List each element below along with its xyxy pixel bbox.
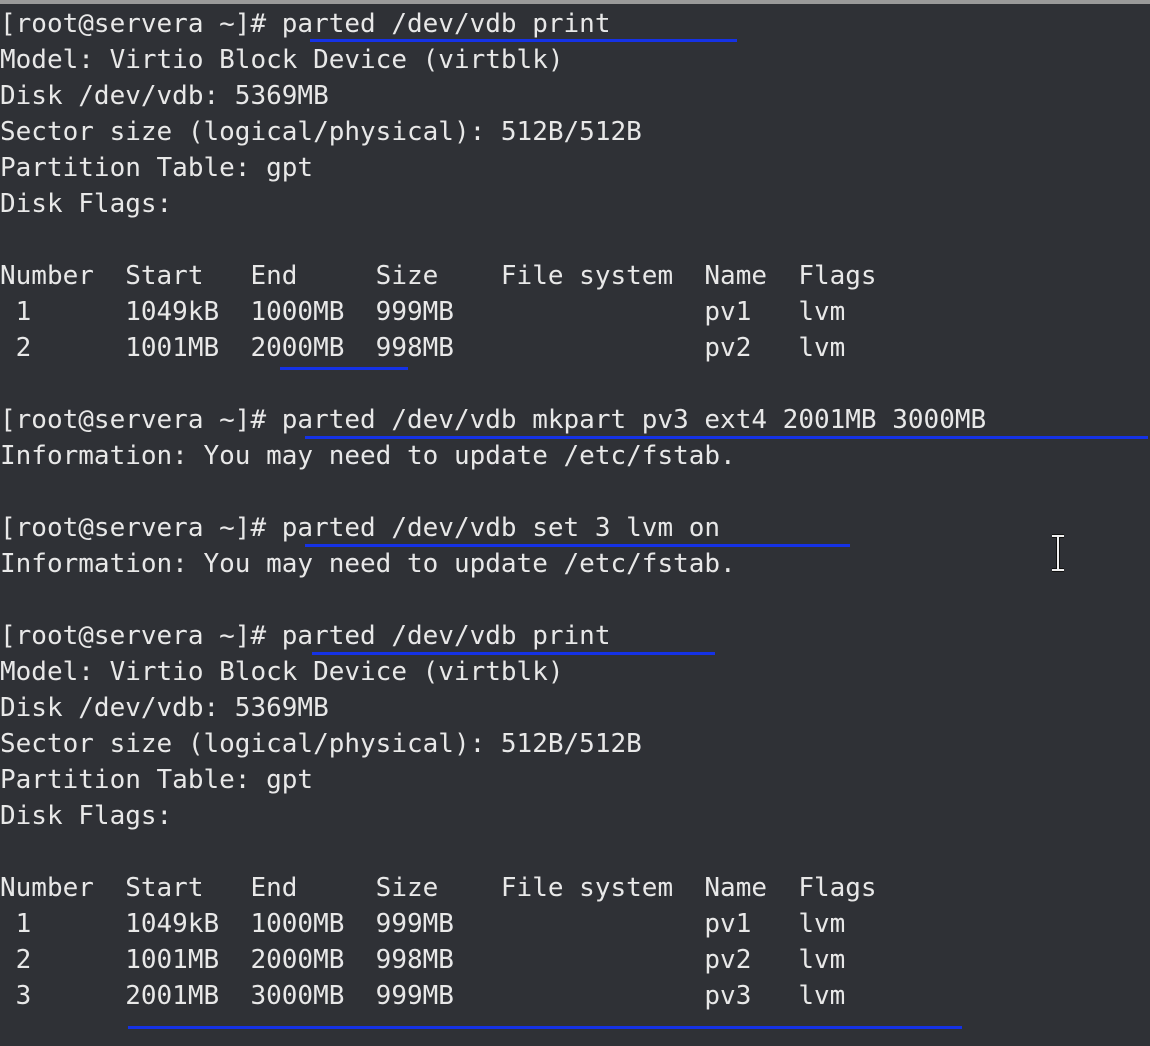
terminal-line-partition-table-2: Partition Table: gpt: [0, 765, 314, 795]
annotation-underline-mkpart-command: [305, 436, 1148, 439]
terminal-line-partition-table-1: Partition Table: gpt: [0, 153, 314, 183]
terminal-line-partition-1-a: 1 1049kB 1000MB 999MB pv1 lvm: [0, 297, 846, 327]
terminal-line-partition-3: 3 2001MB 3000MB 999MB pv3 lvm: [0, 981, 846, 1011]
terminal-line-information-1: Information: You may need to update /etc…: [0, 441, 736, 471]
terminal-line-sector-size-1: Sector size (logical/physical): 512B/512…: [0, 117, 642, 147]
terminal-line-model-1: Model: Virtio Block Device (virtblk): [0, 45, 564, 75]
terminal-line-disk-flags-2: Disk Flags:: [0, 801, 173, 831]
terminal-line-disk-2: Disk /dev/vdb: 5369MB: [0, 693, 329, 723]
terminal-line-model-2: Model: Virtio Block Device (virtblk): [0, 657, 564, 687]
annotation-underline-partition-3: [128, 1026, 962, 1029]
terminal-line-partition-1-b: 1 1049kB 1000MB 999MB pv1 lvm: [0, 909, 846, 939]
annotation-underline-print-command-2: [312, 652, 715, 655]
terminal-line-partition-2-b: 2 1001MB 2000MB 998MB pv2 lvm: [0, 945, 846, 975]
terminal-line-table-header-1: Number Start End Size File system Name F…: [0, 261, 877, 291]
annotation-underline-set-lvm-command: [305, 544, 850, 547]
terminal-line-table-header-2: Number Start End Size File system Name F…: [0, 873, 877, 903]
terminal-line-partition-2-a: 2 1001MB 2000MB 998MB pv2 lvm: [0, 333, 846, 363]
annotation-underline-print-command-1: [310, 39, 737, 42]
terminal-line-command-set-lvm: [root@servera ~]# parted /dev/vdb set 3 …: [0, 513, 721, 543]
terminal-line-disk-flags-1: Disk Flags:: [0, 189, 173, 219]
terminal-line-command-mkpart: [root@servera ~]# parted /dev/vdb mkpart…: [0, 405, 987, 435]
terminal-line-disk-1: Disk /dev/vdb: 5369MB: [0, 81, 329, 111]
annotation-underline-end-2000mb: [280, 367, 408, 370]
terminal-line-sector-size-2: Sector size (logical/physical): 512B/512…: [0, 729, 642, 759]
terminal-line-command-print-1: [root@servera ~]# parted /dev/vdb print: [0, 9, 611, 39]
terminal-line-information-2: Information: You may need to update /etc…: [0, 549, 736, 579]
terminal-window[interactable]: [root@servera ~]# parted /dev/vdb print …: [0, 4, 1150, 1046]
terminal-line-command-print-2: [root@servera ~]# parted /dev/vdb print: [0, 621, 611, 651]
text-cursor-ibeam-icon: [1052, 534, 1064, 572]
